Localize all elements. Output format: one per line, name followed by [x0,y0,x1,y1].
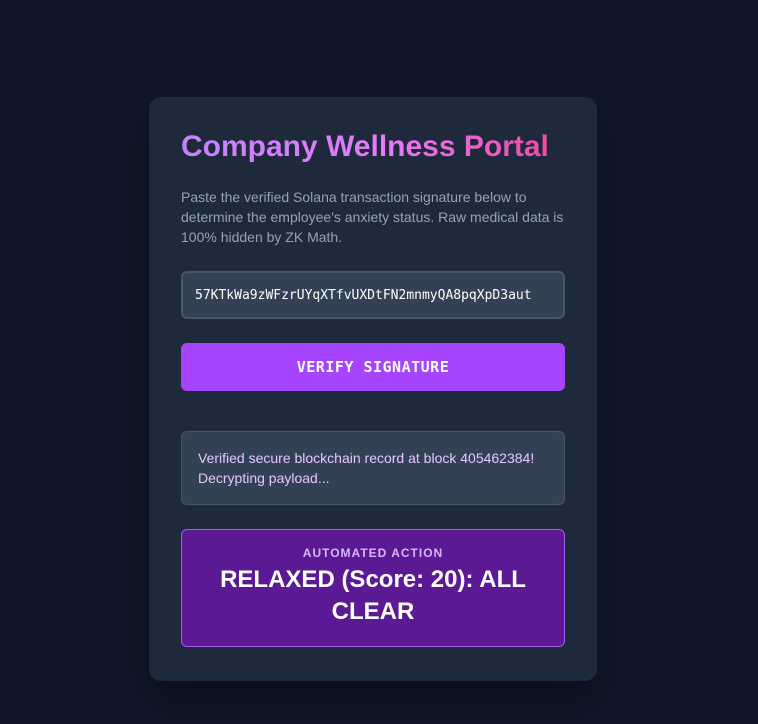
automated-action-label: AUTOMATED ACTION [302,546,444,560]
status-message-text: Verified secure blockchain record at blo… [198,450,535,486]
automated-action-result: RELAXED (Score: 20): ALL CLEAR [220,566,526,625]
automated-action-box: AUTOMATED ACTION RELAXED (Score: 20): AL… [181,529,565,647]
status-message-box: Verified secure blockchain record at blo… [181,431,565,505]
verify-signature-button[interactable]: VERIFY SIGNATURE [181,343,565,391]
signature-input[interactable] [181,271,565,319]
page-title: Company Wellness Portal [181,129,565,165]
wellness-card: Company Wellness Portal Paste the verifi… [149,97,597,681]
instructions-text: Paste the verified Solana transaction si… [181,189,564,245]
